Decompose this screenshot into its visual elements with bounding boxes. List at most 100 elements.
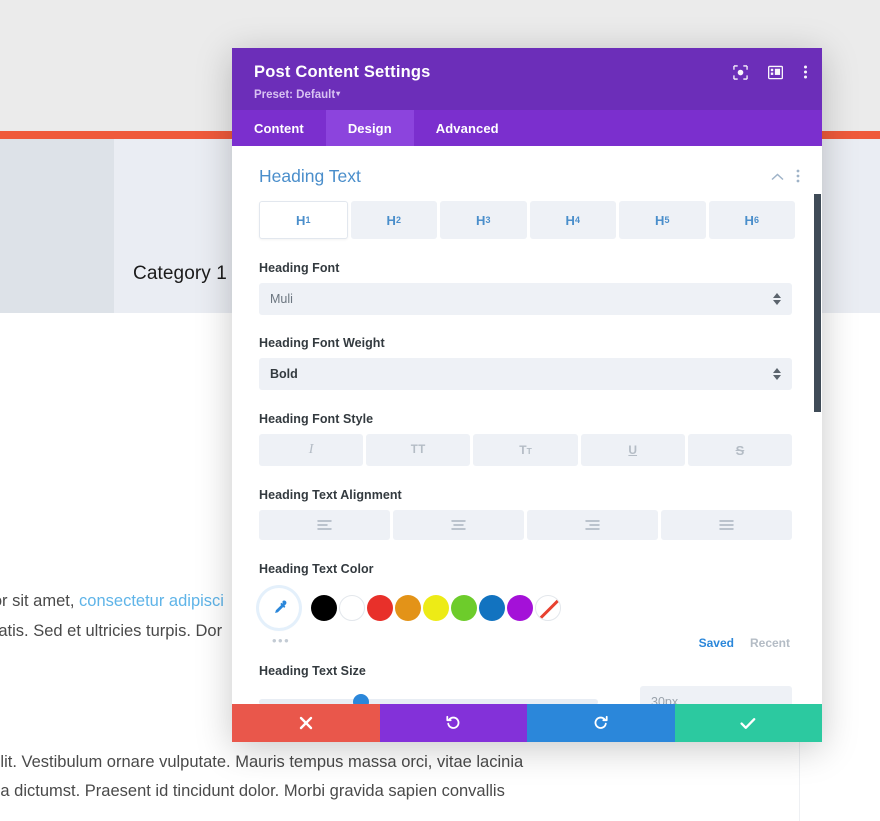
section-title: Heading Text — [259, 166, 361, 186]
text-alignment-group — [259, 510, 792, 540]
close-icon — [299, 716, 312, 730]
chevron-up-icon[interactable] — [771, 170, 784, 183]
body-paragraph-line-1: olor sit amet, consectetur adipisci — [0, 586, 224, 616]
modal-header-actions — [733, 64, 808, 85]
swatch-black[interactable] — [311, 595, 337, 621]
swatch-green[interactable] — [451, 595, 477, 621]
heading-level-h6[interactable]: H6 — [708, 201, 795, 239]
strikethrough-toggle[interactable]: S — [687, 434, 793, 466]
heading-font-select[interactable]: Muli — [259, 283, 792, 315]
modal-header: Post Content Settings Preset: Default▾ — [232, 48, 822, 110]
field-label: Heading Text Alignment — [259, 488, 402, 502]
heading-level-index: 1 — [305, 215, 311, 225]
undo-icon — [446, 715, 460, 729]
body-paragraph-line-4: cea dictumst. Praesent id tincidunt dolo… — [0, 782, 505, 800]
color-more-dots-icon[interactable]: ••• — [272, 634, 290, 647]
modal-scrollbar-thumb[interactable] — [814, 194, 821, 412]
swatch-purple[interactable] — [507, 595, 533, 621]
tab-content[interactable]: Content — [232, 110, 326, 146]
modal-footer — [232, 704, 822, 742]
redo-button[interactable] — [527, 704, 675, 742]
heading-text-size-slider[interactable] — [259, 694, 598, 704]
uppercase-toggle[interactable]: TT — [366, 434, 471, 466]
heading-level-tabs: H1 H2 H3 H4 H5 H6 — [232, 187, 822, 239]
heading-level-label: H — [744, 212, 754, 228]
field-heading-font-weight: Heading Font Weight Bold — [232, 315, 822, 390]
heading-level-h2[interactable]: H2 — [350, 201, 437, 239]
heading-level-label: H — [296, 212, 306, 228]
heading-text-size-row: 30px — [259, 686, 792, 704]
heading-level-label: H — [476, 212, 486, 228]
align-right-button[interactable] — [527, 510, 658, 540]
close-button[interactable] — [232, 704, 380, 742]
heading-level-h3[interactable]: H3 — [440, 201, 527, 239]
heading-level-h4[interactable]: H4 — [529, 201, 616, 239]
select-arrows-icon — [773, 368, 781, 380]
align-justify-button[interactable] — [661, 510, 792, 540]
heading-text-size-input[interactable]: 30px — [640, 686, 792, 704]
modal-body: Heading Text H1 H 2 H 3 H 4 H 5 H 6 Head… — [232, 146, 822, 704]
field-heading-text-size: Heading Text Size 30px — [232, 650, 822, 704]
align-right-icon — [585, 520, 600, 530]
section-more-icon[interactable] — [796, 169, 800, 185]
post-category-meta: Category 1 | — [133, 263, 238, 284]
swatch-blue[interactable] — [479, 595, 505, 621]
heading-font-weight-value: Bold — [270, 367, 298, 381]
post-content-settings-modal[interactable]: Post Content Settings Preset: Default▾ C… — [232, 48, 822, 742]
heading-level-label: H — [386, 212, 396, 228]
swatch-orange[interactable] — [395, 595, 421, 621]
align-left-icon — [317, 520, 332, 530]
field-label: Heading Font — [259, 261, 340, 275]
eyedropper-icon — [274, 600, 286, 613]
eyedropper-wrap: ••• — [259, 588, 311, 647]
field-label: Heading Font Style — [259, 412, 374, 426]
heading-level-label: H — [565, 212, 575, 228]
saved-colors-tab[interactable]: Saved — [699, 636, 734, 650]
underline-toggle[interactable]: U — [580, 434, 685, 466]
body-paragraph-line-3: velit. Vestibulum ornare vulputate. Maur… — [0, 753, 524, 771]
heading-font-weight-select[interactable]: Bold — [259, 358, 792, 390]
redo-icon — [594, 715, 608, 729]
heading-level-h5[interactable]: H5 — [619, 201, 706, 239]
modal-title: Post Content Settings — [254, 63, 431, 81]
swatch-none[interactable] — [535, 595, 561, 621]
align-left-button[interactable] — [259, 510, 390, 540]
small-caps-icon: TT — [519, 443, 532, 457]
check-icon — [740, 717, 756, 729]
uppercase-icon: TT — [410, 444, 426, 456]
heading-level-h1[interactable]: H1 — [259, 201, 348, 239]
heading-level-index: 2 — [395, 215, 401, 225]
settings-scroll-area: Heading Text H1 H 2 H 3 H 4 H 5 H 6 Head… — [232, 146, 822, 704]
recent-colors-tab[interactable]: Recent — [750, 636, 790, 650]
focus-target-icon[interactable] — [733, 64, 748, 85]
preset-selector[interactable]: Preset: Default▾ — [254, 87, 800, 102]
layout-panel-icon[interactable] — [767, 65, 784, 85]
heading-level-index: 3 — [485, 215, 491, 225]
field-label: Heading Font Weight — [259, 336, 385, 350]
heading-level-index: 5 — [664, 215, 670, 225]
body-paragraph-line-2: enatis. Sed et ultricies turpis. Dor — [0, 622, 223, 640]
heading-level-index: 4 — [574, 215, 580, 225]
modal-tab-bar: Content Design Advanced — [232, 110, 822, 146]
italic-icon: I — [308, 442, 314, 457]
tab-design[interactable]: Design — [325, 110, 414, 146]
tab-advanced[interactable]: Advanced — [414, 110, 521, 146]
eyedropper-button[interactable] — [259, 588, 299, 628]
color-palette: ••• — [259, 584, 792, 647]
field-label: Heading Text Size — [259, 664, 366, 678]
save-button[interactable] — [674, 704, 822, 742]
swatch-yellow[interactable] — [423, 595, 449, 621]
swatch-white[interactable] — [339, 595, 365, 621]
color-palette-tabs: Saved Recent — [259, 628, 792, 650]
field-heading-font: Heading Font Muli — [232, 239, 822, 315]
slider-thumb[interactable] — [352, 694, 369, 704]
italic-toggle[interactable]: I — [259, 434, 364, 466]
chevron-down-icon: ▾ — [336, 89, 341, 98]
field-label: Heading Text Color — [259, 562, 374, 576]
align-center-button[interactable] — [393, 510, 524, 540]
small-caps-toggle[interactable]: TT — [473, 434, 578, 466]
more-vertical-icon[interactable] — [803, 64, 808, 85]
undo-button[interactable] — [379, 704, 527, 742]
inline-link[interactable]: consectetur adipisci — [79, 592, 224, 610]
swatch-red[interactable] — [367, 595, 393, 621]
